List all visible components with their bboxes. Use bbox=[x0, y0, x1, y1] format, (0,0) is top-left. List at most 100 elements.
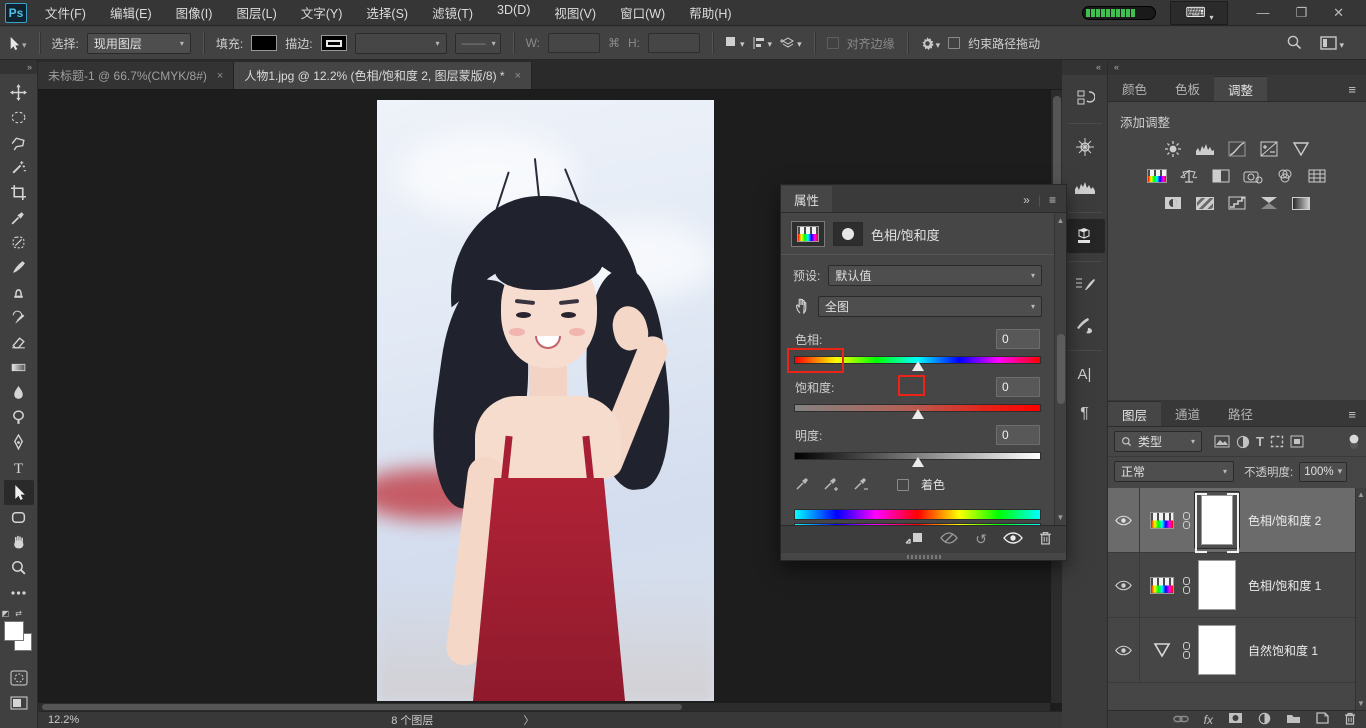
menu-file[interactable]: 文件(F) bbox=[35, 0, 96, 25]
eyedropper-minus-icon[interactable] bbox=[853, 475, 871, 494]
eyedropper-tool[interactable] bbox=[4, 205, 34, 230]
preset-dropdown[interactable]: 默认值▾ bbox=[828, 265, 1042, 286]
tab-layers[interactable]: 图层 bbox=[1108, 401, 1161, 426]
pen-tool[interactable] bbox=[4, 430, 34, 455]
link-layers-icon[interactable] bbox=[1173, 713, 1189, 727]
zoom-level[interactable]: 12.2% bbox=[38, 714, 91, 726]
channel-mixer-icon[interactable] bbox=[1274, 167, 1296, 185]
panel-menu-icon[interactable]: ≡ bbox=[1049, 193, 1056, 207]
add-adjustment-layer-icon[interactable] bbox=[1258, 712, 1271, 728]
channel-dropdown[interactable]: 全图▾ bbox=[818, 296, 1042, 317]
lightness-slider-thumb[interactable] bbox=[912, 457, 924, 467]
reset-icon[interactable]: ↺ bbox=[975, 531, 987, 548]
tab-adjustments[interactable]: 调整 bbox=[1214, 76, 1267, 101]
layer-mask-thumbnail[interactable] bbox=[1194, 621, 1240, 679]
quick-mask-icon[interactable] bbox=[4, 665, 34, 690]
path-operations-icon[interactable]: ▾ bbox=[725, 36, 745, 50]
selective-color-icon[interactable] bbox=[1290, 194, 1312, 212]
layer-row-huesat2[interactable]: 色相/饱和度 2 bbox=[1108, 488, 1366, 553]
history-brush-tool[interactable] bbox=[4, 305, 34, 330]
menu-3d[interactable]: 3D(D) bbox=[487, 0, 540, 25]
width-input[interactable] bbox=[548, 33, 600, 53]
tab-channels[interactable]: 通道 bbox=[1161, 401, 1214, 426]
delete-adjustment-icon[interactable] bbox=[1039, 531, 1052, 548]
photo-filter-icon[interactable] bbox=[1242, 167, 1264, 185]
color-lookup-icon[interactable] bbox=[1306, 167, 1328, 185]
posterize-icon[interactable] bbox=[1194, 194, 1216, 212]
gradient-tool[interactable] bbox=[4, 355, 34, 380]
eraser-tool[interactable] bbox=[4, 330, 34, 355]
blur-tool[interactable] bbox=[4, 380, 34, 405]
layers-scrollbar[interactable]: ▲▼ bbox=[1355, 488, 1366, 710]
default-colors-icon[interactable]: ◩ bbox=[2, 609, 10, 618]
properties-scrollbar[interactable]: ▲▼ bbox=[1054, 213, 1066, 525]
constrain-path-checkbox[interactable] bbox=[948, 37, 960, 49]
menu-edit[interactable]: 编辑(E) bbox=[100, 0, 162, 25]
brush-settings-panel-icon[interactable] bbox=[1065, 268, 1105, 302]
input-method-button[interactable]: ⌨▾ bbox=[1170, 1, 1228, 25]
panel-menu-icon[interactable]: ≡ bbox=[1348, 407, 1366, 426]
saturation-value-input[interactable] bbox=[996, 377, 1040, 397]
collapse-panel-icon[interactable]: » bbox=[1023, 193, 1030, 207]
document-tab-portrait[interactable]: 人物1.jpg @ 12.2% (色相/饱和度 2, 图层蒙版/8) * × bbox=[234, 62, 532, 89]
new-layer-icon[interactable] bbox=[1316, 712, 1329, 727]
filter-type-icon[interactable]: T bbox=[1256, 434, 1264, 449]
foreground-color-swatch[interactable] bbox=[4, 621, 24, 641]
layer-name[interactable]: 色相/饱和度 1 bbox=[1248, 577, 1321, 594]
saturation-slider[interactable] bbox=[795, 405, 1040, 411]
black-white-icon[interactable] bbox=[1210, 167, 1232, 185]
blend-mode-dropdown[interactable]: 正常▾ bbox=[1114, 461, 1234, 482]
menu-layer[interactable]: 图层(L) bbox=[226, 0, 286, 25]
close-button[interactable]: ✕ bbox=[1333, 5, 1344, 21]
character-panel-icon[interactable]: A| bbox=[1065, 357, 1105, 391]
previous-state-icon[interactable] bbox=[939, 532, 959, 547]
filter-adjustment-icon[interactable] bbox=[1236, 435, 1250, 449]
more-tools-icon[interactable] bbox=[4, 580, 34, 605]
delete-layer-icon[interactable] bbox=[1344, 712, 1356, 728]
adjustment-layer-icon[interactable] bbox=[1148, 574, 1176, 596]
dock-collapse-icon[interactable]: « bbox=[1062, 60, 1107, 75]
fill-swatch[interactable] bbox=[251, 35, 277, 51]
exposure-icon[interactable] bbox=[1258, 140, 1280, 158]
filter-toggle[interactable] bbox=[1348, 433, 1360, 451]
menu-help[interactable]: 帮助(H) bbox=[679, 0, 741, 25]
layer-row-vibrance1[interactable]: 自然饱和度 1 bbox=[1108, 618, 1366, 683]
history-panel-icon[interactable] bbox=[1065, 81, 1105, 115]
layer-name[interactable]: 色相/饱和度 2 bbox=[1248, 512, 1321, 529]
tab-close-icon[interactable]: × bbox=[515, 70, 521, 82]
visibility-eye-icon[interactable] bbox=[1003, 532, 1023, 547]
layer-row-huesat1[interactable]: 色相/饱和度 1 bbox=[1108, 553, 1366, 618]
gradient-map-icon[interactable] bbox=[1258, 194, 1280, 212]
eyedropper-icon[interactable] bbox=[795, 475, 811, 494]
clone-stamp-tool[interactable] bbox=[4, 280, 34, 305]
photo-portrait[interactable] bbox=[377, 100, 714, 701]
tab-close-icon[interactable]: × bbox=[217, 70, 223, 82]
opacity-value[interactable]: 100%▾ bbox=[1299, 462, 1347, 482]
filter-shape-icon[interactable] bbox=[1270, 435, 1284, 448]
filter-smart-object-icon[interactable] bbox=[1290, 435, 1304, 448]
magic-wand-tool[interactable] bbox=[4, 155, 34, 180]
layer-mask-thumbnail[interactable] bbox=[1194, 556, 1240, 614]
canvas-horizontal-scrollbar[interactable] bbox=[38, 703, 1050, 711]
swap-colors-icon[interactable]: ⇄ bbox=[15, 609, 22, 618]
brush-tool[interactable] bbox=[4, 255, 34, 280]
layer-visibility-toggle[interactable] bbox=[1108, 488, 1140, 552]
zoom-tool[interactable] bbox=[4, 555, 34, 580]
properties-panel-icon[interactable] bbox=[1065, 219, 1105, 253]
eyedropper-plus-icon[interactable] bbox=[823, 475, 841, 494]
hue-value-input[interactable] bbox=[996, 329, 1040, 349]
tab-properties[interactable]: 属性 bbox=[781, 186, 832, 212]
type-tool[interactable]: T bbox=[4, 455, 34, 480]
panels-collapse-icon[interactable]: « bbox=[1108, 60, 1366, 75]
menu-select[interactable]: 选择(S) bbox=[356, 0, 418, 25]
histogram-panel-icon[interactable] bbox=[1065, 170, 1105, 204]
clip-to-layer-icon[interactable] bbox=[905, 531, 923, 548]
invert-icon[interactable] bbox=[1162, 194, 1184, 212]
height-input[interactable] bbox=[648, 33, 700, 53]
menu-image[interactable]: 图像(I) bbox=[166, 0, 223, 25]
layer-name[interactable]: 自然饱和度 1 bbox=[1248, 642, 1318, 659]
gear-icon[interactable]: ▾ bbox=[920, 36, 941, 51]
tab-paths[interactable]: 路径 bbox=[1214, 401, 1267, 426]
hand-tool[interactable] bbox=[4, 530, 34, 555]
panel-menu-icon[interactable]: ≡ bbox=[1348, 82, 1366, 101]
